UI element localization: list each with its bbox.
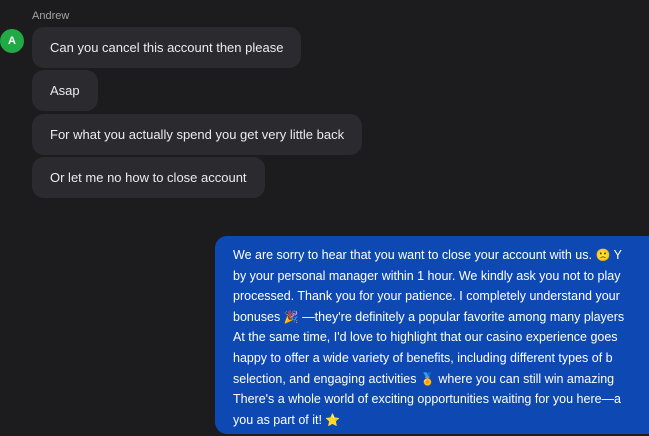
outgoing-message[interactable]: We are sorry to hear that you want to cl… [215,236,649,434]
incoming-message[interactable]: Asap [32,70,98,111]
incoming-message[interactable]: For what you actually spend you get very… [32,114,363,155]
message-line: There's a whole world of exciting opport… [233,392,622,407]
avatar[interactable]: A [0,29,24,53]
chat-thread: Andrew A Can you cancel this account the… [0,0,649,436]
message-text: Asap [50,83,80,98]
message-line: processed. Thank you for your patience. … [233,289,620,304]
incoming-message[interactable]: Or let me no how to close account [32,157,265,198]
message-line: At the same time, I'd love to highlight … [233,330,618,345]
message-line: bonuses 🎉 —they're definitely a popular … [233,309,625,324]
message-line: selection, and engaging activities 🏅 whe… [233,371,615,386]
message-line: by your personal manager within 1 hour. … [233,268,621,283]
message-text: Or let me no how to close account [50,170,247,185]
medal-icon: 🏅 [419,371,435,386]
sender-name: Andrew [32,10,70,22]
incoming-message[interactable]: Can you cancel this account then please [32,27,302,68]
message-text: For what you actually spend you get very… [50,127,345,142]
star-icon: ⭐ [325,412,341,427]
message-text: Can you cancel this account then please [50,40,284,55]
message-line: you as part of it! ⭐ [233,412,341,427]
party-popper-icon: 🎉 [283,309,299,324]
message-line: happy to offer a wide variety of benefit… [233,350,613,365]
sad-face-icon: 🙁 [595,248,611,262]
message-line: We are sorry to hear that you want to cl… [233,248,622,262]
